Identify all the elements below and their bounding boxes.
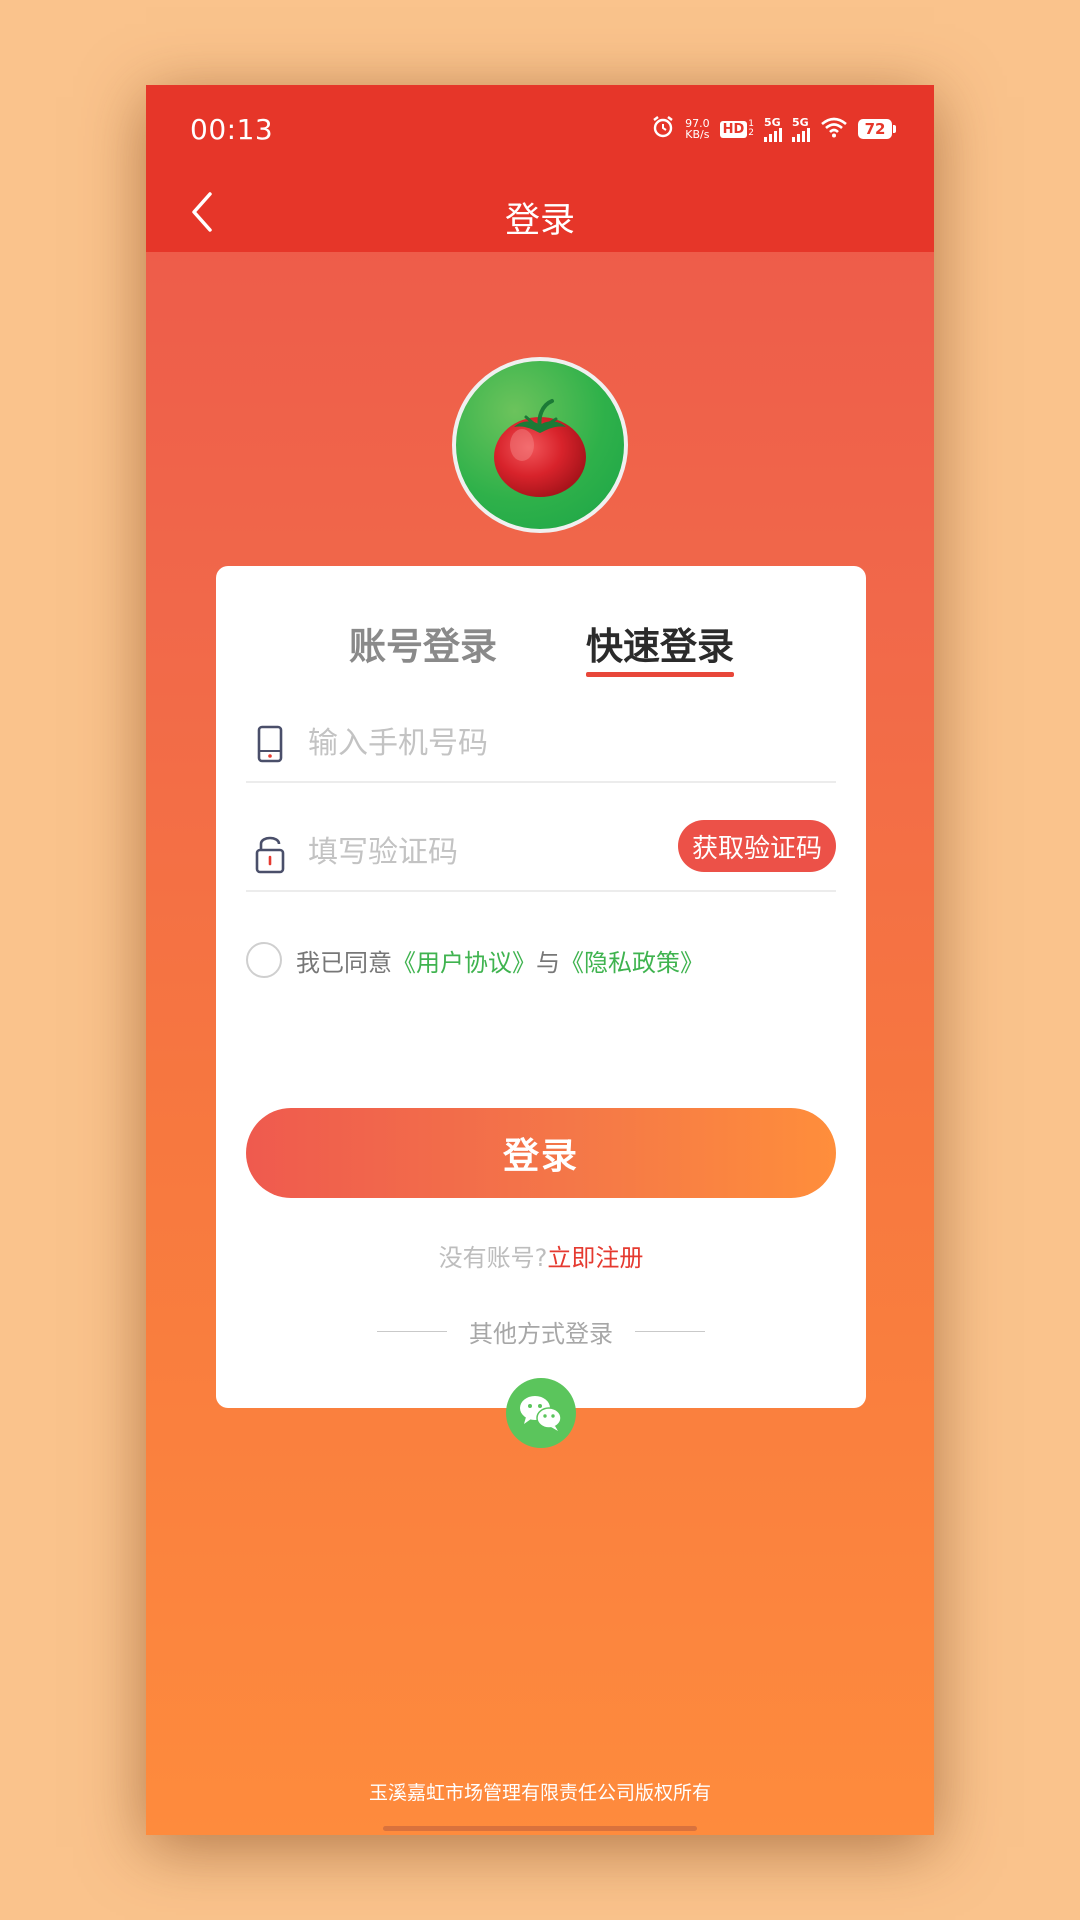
code-field: 获取验证码 [246, 820, 836, 892]
get-code-button[interactable]: 获取验证码 [678, 820, 836, 872]
tab-quick-login[interactable]: 快速登录 [586, 616, 734, 670]
tomato-icon [494, 399, 586, 497]
signal-2-label: 5G [792, 115, 809, 129]
battery-indicator: 72 [858, 119, 896, 139]
copyright-text: 玉溪嘉虹市场管理有限责任公司版权所有 [368, 1782, 711, 1804]
hd-sub-bottom: 2 [748, 128, 754, 138]
status-bar: 00:13 97.0 KB/s HD 1 2 5G 5G 72 [146, 85, 934, 172]
nav-bar: 登录 [146, 172, 934, 252]
signal-bars-icon [764, 127, 782, 142]
signal-1: 5G [764, 117, 782, 142]
register-link[interactable]: 立即注册 [547, 1244, 643, 1272]
lock-icon [255, 836, 285, 874]
privacy-policy-link[interactable]: 《隐私政策》 [560, 943, 704, 978]
login-button[interactable]: 登录 [246, 1108, 836, 1198]
other-login-label: 其他方式登录 [469, 1320, 613, 1348]
divider-line-left [377, 1331, 447, 1332]
active-tab-indicator [586, 672, 734, 677]
register-hint: 没有账号? [438, 1244, 548, 1272]
signal-1-label: 5G [764, 115, 781, 129]
wechat-icon [520, 1396, 562, 1431]
register-row: 没有账号?立即注册 [216, 1238, 866, 1273]
phone-input[interactable] [306, 717, 670, 769]
app-logo [452, 357, 628, 533]
alarm-icon [651, 115, 675, 143]
phone-screen: 00:13 97.0 KB/s HD 1 2 5G 5G 72 登录 账号登录 … [146, 85, 934, 1835]
signal-2: 5G [792, 117, 810, 142]
tab-account-login[interactable]: 账号登录 [349, 616, 497, 670]
wifi-icon [820, 116, 848, 142]
wechat-login-button[interactable] [506, 1378, 576, 1448]
hd-badge: HD 1 2 [719, 120, 754, 138]
divider-line-right [635, 1331, 705, 1332]
agreement-row: 我已同意 《用户协议》 与 《隐私政策》 [246, 940, 704, 980]
status-icons: 97.0 KB/s HD 1 2 5G 5G 72 [651, 115, 896, 143]
user-agreement-link[interactable]: 《用户协议》 [392, 943, 536, 978]
network-speed-unit: KB/s [685, 128, 710, 141]
other-login-divider: 其他方式登录 [216, 1314, 866, 1349]
agreement-checkbox[interactable] [246, 942, 282, 978]
agreement-conjunction: 与 [536, 948, 560, 977]
signal-bars-icon [792, 127, 810, 142]
login-card: 账号登录 快速登录 获取验证码 我已同意 《用户协议》 与 [216, 566, 866, 1448]
hd-label: HD [719, 120, 748, 138]
agreement-prefix: 我已同意 [296, 948, 392, 977]
network-speed: 97.0 KB/s [685, 118, 710, 140]
home-indicator[interactable] [383, 1826, 697, 1831]
page-title: 登录 [504, 201, 575, 241]
phone-icon [257, 725, 283, 763]
status-time: 00:13 [190, 113, 274, 146]
hd-sub: 1 2 [748, 120, 754, 138]
code-input[interactable] [306, 826, 670, 878]
phone-field [246, 711, 836, 783]
